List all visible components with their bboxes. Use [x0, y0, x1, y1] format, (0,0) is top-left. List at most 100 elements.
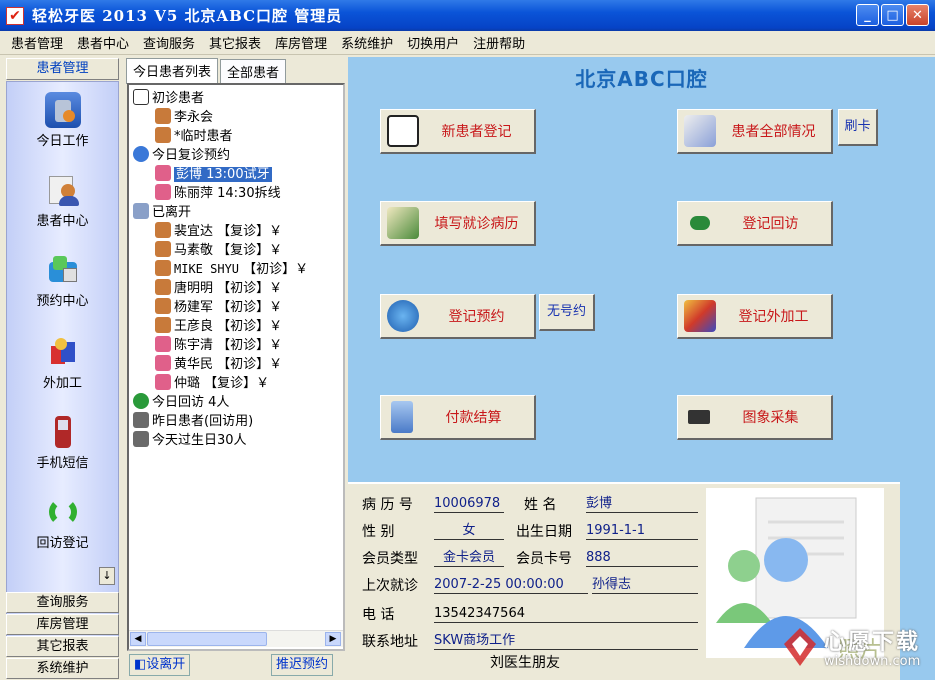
patient-all-info-button[interactable]: 患者全部情况 — [677, 109, 833, 154]
last-visit-label: 上次就诊 — [362, 578, 418, 594]
tree-item[interactable]: MIKE SHYU 【初诊】￥ — [155, 260, 308, 279]
doctor-value: 孙得志 — [592, 575, 698, 594]
nav-scroll-down-button[interactable]: ↓ — [99, 567, 115, 585]
register-followup-button[interactable]: 登记回访 — [677, 201, 833, 246]
tree-node-revisit[interactable]: 今日复诊预约 — [133, 146, 230, 165]
tree-item-label: 王彦良 — [174, 319, 214, 334]
building-icon — [133, 203, 149, 219]
outsourcing-icon — [45, 334, 81, 370]
tree-item-label: 陈宇清 — [174, 338, 214, 353]
scroll-right-icon[interactable]: ▶ — [325, 632, 341, 646]
nav-tile-followup[interactable]: 回访登记 — [7, 490, 118, 560]
register-appointment-button[interactable]: 登记预约 — [380, 294, 536, 339]
image-capture-button[interactable]: 图象采集 — [677, 395, 833, 440]
menu-patient-center[interactable]: 患者中心 — [70, 33, 136, 52]
menu-system-maintenance[interactable]: 系统维护 — [334, 33, 400, 52]
tree-item[interactable]: 王彦良 【初诊】￥ — [155, 317, 282, 336]
nav-tile-appointment-center[interactable]: 预约中心 — [7, 248, 118, 318]
nav-tile-outsourcing[interactable]: 外加工 — [7, 330, 118, 400]
record-no-value: 10006978 — [434, 494, 504, 513]
nav-button-query-service[interactable]: 查询服务 — [6, 592, 119, 613]
tree-item-tag: 【初诊】￥ — [217, 300, 283, 315]
payment-settlement-button[interactable]: 付款结算 — [380, 395, 536, 440]
nav-button-system-maintenance[interactable]: 系统维护 — [6, 658, 119, 679]
close-button[interactable]: ✕ — [906, 4, 929, 26]
scrollbar-thumb[interactable] — [147, 632, 267, 646]
tree-node-birthday[interactable]: 今天过生日30人 — [133, 431, 247, 450]
tree-item[interactable]: 陈丽萍 14:30拆线 — [155, 184, 281, 203]
phone-value: 13542347564 — [434, 604, 698, 623]
tree-item-tag: 【初诊】￥ — [217, 319, 283, 334]
tree-item[interactable]: 李永会 — [155, 108, 213, 127]
register-outsourcing-button[interactable]: 登记外加工 — [677, 294, 833, 339]
tree-item-label: MIKE SHYU — [174, 262, 240, 276]
card-no-value: 888 — [586, 548, 698, 567]
document-icon — [133, 89, 149, 105]
patient-female-icon — [155, 336, 171, 352]
sms-icon — [45, 414, 81, 450]
new-patient-register-button[interactable]: 新患者登记 — [380, 109, 536, 154]
watermark-url: wishdown.com — [824, 654, 921, 669]
menu-warehouse[interactable]: 库房管理 — [268, 33, 334, 52]
nav-header-patient-management[interactable]: 患者管理 — [6, 58, 119, 80]
tree-item[interactable]: 杨建军 【初诊】￥ — [155, 298, 282, 317]
member-type-value: 金卡会员 — [434, 548, 504, 567]
maximize-button[interactable]: □ — [881, 4, 904, 26]
tree-item-tag: 【复诊】￥ — [217, 243, 283, 258]
patient-female-icon — [155, 374, 171, 390]
tree-node-left[interactable]: 已离开 — [133, 203, 191, 222]
tree-item-tag: 【初诊】￥ — [243, 262, 309, 277]
nav-tile-sms[interactable]: 手机短信 — [7, 410, 118, 480]
tab-all-patients[interactable]: 全部患者 — [220, 59, 287, 83]
download-site-watermark: 心愿下载 wishdown.com — [780, 622, 930, 674]
tree-item[interactable]: *临时患者 — [155, 127, 233, 146]
clinic-title: 北京ABC口腔 — [575, 67, 708, 91]
minimize-button[interactable]: _ — [856, 4, 879, 26]
button-label: 登记外加工 — [738, 309, 809, 325]
tree-node-yesterday[interactable]: 昨日患者(回访用) — [133, 412, 253, 431]
swipe-card-button[interactable]: 刷卡 — [838, 109, 878, 146]
fill-medical-record-button[interactable]: 填写就诊病历 — [380, 201, 536, 246]
menu-query-service[interactable]: 查询服务 — [136, 33, 202, 52]
nav-tile-today-work[interactable]: 今日工作 — [7, 88, 118, 158]
tree-item[interactable]: 唐明明 【初诊】￥ — [155, 279, 282, 298]
tree-node-first-visit[interactable]: 初诊患者 — [133, 89, 204, 108]
nav-button-warehouse[interactable]: 库房管理 — [6, 614, 119, 635]
patient-male-icon — [155, 260, 171, 276]
menu-other-reports[interactable]: 其它报表 — [202, 33, 268, 52]
menu-register-help[interactable]: 注册帮助 — [466, 33, 532, 52]
tree-item[interactable]: 黄华民 【初诊】￥ — [155, 355, 282, 374]
set-left-button[interactable]: ◧设离开 — [129, 654, 191, 676]
app-checkmark-icon: ✔ — [6, 6, 24, 25]
scroll-left-icon[interactable]: ◀ — [130, 632, 146, 646]
tree-node-followup[interactable]: 今日回访 4人 — [133, 393, 229, 412]
tree-node-label: 今天过生日30人 — [152, 433, 247, 448]
patient-male-icon — [155, 298, 171, 314]
tab-today-patients[interactable]: 今日患者列表 — [126, 58, 219, 84]
patient-male-icon — [155, 108, 171, 124]
tree-item-selected[interactable]: 彭博 13:00试牙 — [155, 165, 272, 184]
telephone-icon — [387, 300, 419, 332]
no-number-appointment-button[interactable]: 无号约 — [539, 294, 595, 331]
tree-item[interactable]: 马素敬 【复诊】￥ — [155, 241, 282, 260]
birth-label: 出生日期 — [516, 524, 572, 540]
tree-item[interactable]: 裴宜达 【复诊】￥ — [155, 222, 282, 241]
nav-button-other-reports[interactable]: 其它报表 — [6, 636, 119, 657]
appointment-center-icon — [45, 252, 81, 288]
gender-value: 女 — [434, 521, 504, 540]
nav-tile-label: 回访登记 — [36, 536, 89, 551]
tree-item-tag: 【初诊】￥ — [217, 281, 283, 296]
nav-tile-patient-center[interactable]: 患者中心 — [7, 168, 118, 238]
button-label: 登记回访 — [742, 216, 799, 232]
tree-item[interactable]: 仲璐 【复诊】￥ — [155, 374, 269, 393]
menu-switch-user[interactable]: 切换用户 — [400, 33, 466, 52]
tree-item[interactable]: 陈宇清 【初诊】￥ — [155, 336, 282, 355]
note-value: 刘医生朋友 — [490, 655, 560, 671]
gender-label: 性 别 — [362, 524, 395, 540]
menu-patient-management[interactable]: 患者管理 — [4, 33, 70, 52]
delay-appointment-button[interactable]: 推迟预约 — [271, 654, 334, 676]
menu-bar: 患者管理 患者中心 查询服务 其它报表 库房管理 系统维护 切换用户 注册帮助 — [0, 31, 935, 55]
button-label: 患者全部情况 — [731, 124, 816, 140]
tree-horizontal-scrollbar[interactable]: ◀ ▶ — [129, 630, 343, 647]
left-nav: 患者管理 今日工作 患者中心 预约中心 外加工 手机短信 回访登记 ↓ 查询服务… — [4, 57, 122, 680]
